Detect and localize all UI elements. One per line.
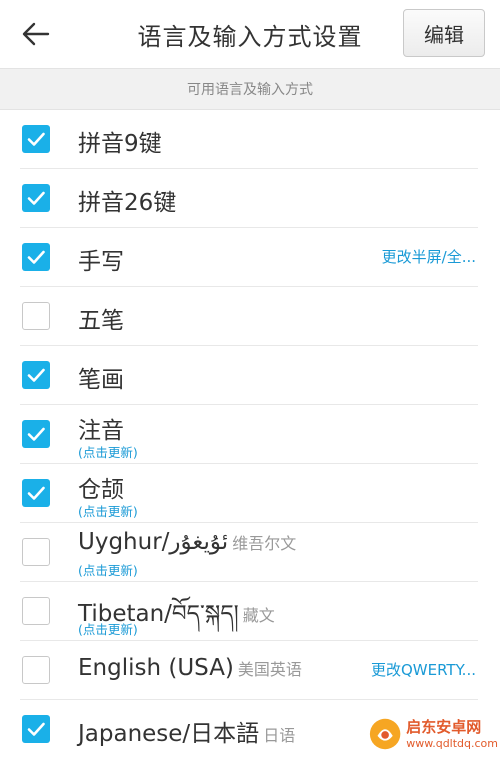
item-label: 注音 [78,411,124,445]
checkbox-checked[interactable] [22,243,50,271]
checkmark-icon [27,722,45,736]
item-label-text: 注音 [78,418,124,444]
list-item[interactable]: Uyghur/ئۇيغۇر 维吾尔文 (点击更新) [20,523,478,582]
checkbox-checked[interactable] [22,361,50,389]
checkbox-unchecked[interactable] [22,538,50,566]
item-label: English (USA) 美国英语 [78,655,302,681]
update-link[interactable]: (点击更新) [78,501,138,520]
checkmark-icon [27,250,45,264]
item-label: Japanese/日本語 日语 [78,714,295,748]
input-method-list: 拼音9键 拼音26键 手写 更改半屏/全... 五笔 笔画 注音 (点击更新) 仓颉 (点击更新)… [0,110,500,759]
change-layout-link[interactable]: 更改QWERTY... [358,659,476,680]
list-item[interactable]: 五笔 [20,287,478,346]
item-label-extra: 藏文 [242,606,275,625]
top-bar: 语言及输入方式设置 编辑 [0,0,500,68]
list-item[interactable]: 拼音26键 [20,169,478,228]
item-label: 笔画 [78,360,124,394]
item-label-text: 仓颉 [78,477,124,503]
checkmark-icon [27,486,45,500]
watermark-title: 启东安卓网 [406,717,482,736]
section-header: 可用语言及输入方式 [0,68,500,110]
item-label-text: 拼音9键 [78,131,162,157]
item-label-text: 笔画 [78,367,124,393]
item-label-text: 手写 [78,249,124,275]
watermark: 启东安卓网 www.qdltdq.com [368,712,498,756]
item-label: 拼音9键 [78,124,162,158]
checkbox-unchecked[interactable] [22,656,50,684]
checkbox-checked[interactable] [22,184,50,212]
checkbox-checked[interactable] [22,715,50,743]
checkmark-icon [27,132,45,146]
item-label: 仓颉 [78,470,124,504]
list-item[interactable]: 手写 更改半屏/全... [20,228,478,287]
checkbox-unchecked[interactable] [22,302,50,330]
checkbox-unchecked[interactable] [22,597,50,625]
item-label: 拼音26键 [78,183,176,217]
watermark-url: www.qdltdq.com [406,736,498,750]
item-label-text: 拼音26键 [78,190,177,216]
list-item[interactable]: 注音 (点击更新) [20,405,478,464]
watermark-logo-icon [369,718,401,750]
list-item[interactable]: English (USA) 美国英语 更改QWERTY... [20,641,478,700]
edit-button[interactable]: 编辑 [403,9,485,57]
checkmark-icon [27,427,45,441]
back-arrow-icon [22,22,50,46]
item-label-extra: 日语 [263,726,296,745]
update-link[interactable]: (点击更新) [78,560,138,579]
item-label: Uyghur/ئۇيغۇر 维吾尔文 [78,529,296,555]
update-link[interactable]: (点击更新) [78,442,138,461]
checkbox-checked[interactable] [22,420,50,448]
checkbox-checked[interactable] [22,479,50,507]
item-label: 五笔 [78,301,124,335]
item-label-text: 五笔 [78,308,124,334]
update-link[interactable]: (点击更新) [78,619,138,638]
checkmark-icon [27,191,45,205]
list-item[interactable]: 拼音9键 [20,110,478,169]
list-item[interactable]: 笔画 [20,346,478,405]
item-label-text: Uyghur/ئۇيغۇر [78,529,229,555]
item-label-text: Japanese/日本語 [78,721,260,747]
item-label-extra: 维吾尔文 [232,534,297,553]
back-button[interactable] [14,14,58,54]
checkmark-icon [27,368,45,382]
page-title: 语言及输入方式设置 [137,22,363,51]
list-item[interactable]: 仓颉 (点击更新) [20,464,478,523]
checkbox-checked[interactable] [22,125,50,153]
item-label-text: English (USA) [78,655,234,681]
item-label-extra: 美国英语 [237,660,302,679]
list-item[interactable]: Tibetan/བོད་སྐད། 藏文 (点击更新) [20,582,478,641]
change-layout-link[interactable]: 更改半屏/全... [358,246,476,267]
item-label: 手写 [78,242,124,276]
